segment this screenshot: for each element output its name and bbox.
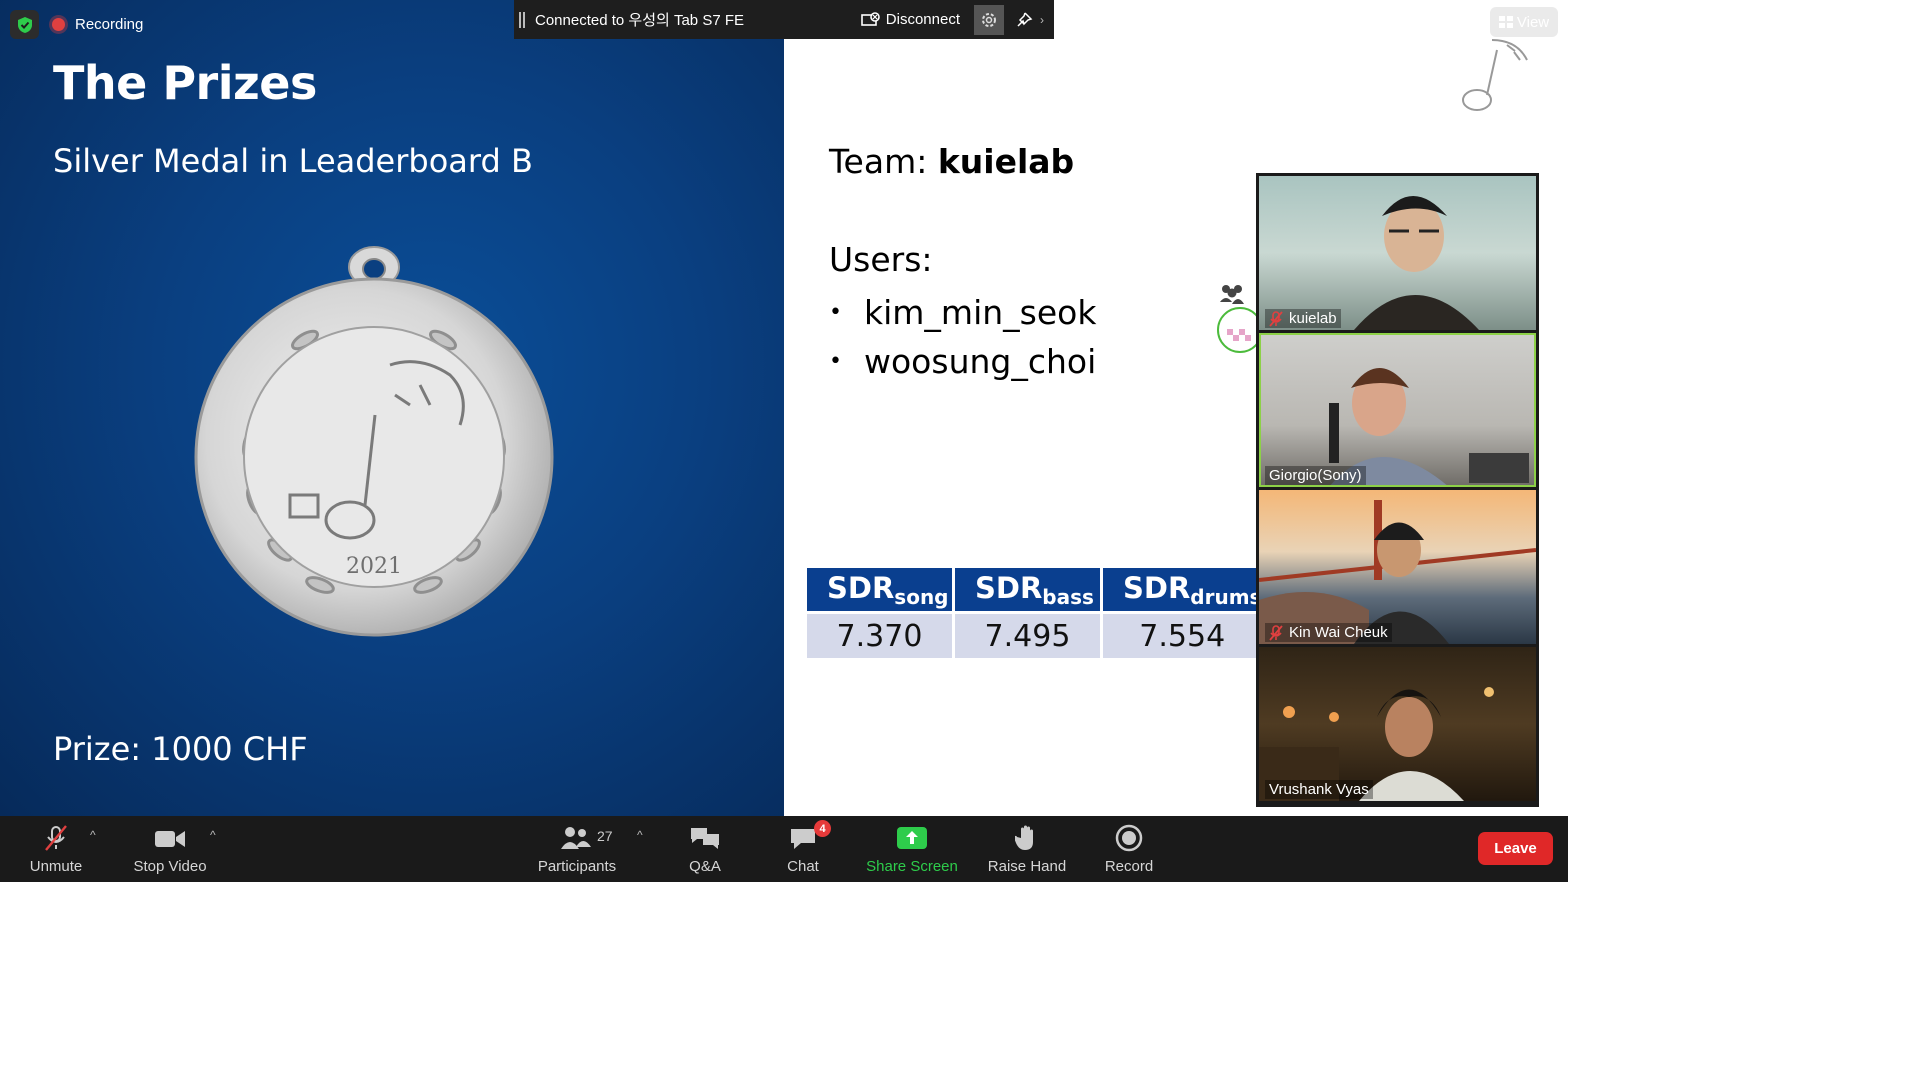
muted-mic-icon	[1269, 624, 1283, 641]
user-name: kim_min_seok	[864, 293, 1097, 332]
record-label: Record	[1104, 858, 1154, 875]
music-note-decoration-icon	[1462, 39, 1528, 111]
users-list: • kim_min_seok • woosung_choi	[829, 288, 1096, 386]
table-row: 7.370 7.495 7.554	[807, 614, 1262, 658]
medal-year: 2021	[346, 554, 402, 579]
video-gallery: kuielab Giorgio(Sony) Kin Wai Cheuk Vrus…	[1256, 173, 1539, 807]
participant-name-tag: Kin Wai Cheuk	[1265, 623, 1392, 642]
meeting-toolbar: Unmute ^ Stop Video ^ 27 Participants ^ …	[0, 816, 1568, 882]
unmute-button[interactable]: Unmute	[22, 816, 90, 882]
qa-label: Q&A	[689, 858, 721, 875]
participant-video	[1259, 500, 1536, 644]
pin-icon[interactable]	[1012, 11, 1036, 29]
bullet-icon: •	[829, 300, 842, 325]
connection-status: Connected to 우성의 Tab S7 FE	[535, 12, 745, 29]
participant-name-tag: kuielab	[1265, 309, 1341, 328]
raise-hand-icon	[1015, 825, 1033, 850]
disconnect-label: Disconnect	[885, 11, 960, 28]
users-label: Users:	[829, 240, 933, 279]
video-tile[interactable]: Vrushank Vyas	[1259, 647, 1536, 801]
record-icon	[1115, 824, 1143, 852]
participant-name-tag: Giorgio(Sony)	[1265, 466, 1366, 485]
encryption-shield-icon[interactable]	[10, 10, 39, 39]
settings-gear-icon[interactable]	[974, 4, 1004, 35]
share-screen-button[interactable]: Share Screen	[862, 816, 962, 882]
table-cell: 7.554	[1103, 614, 1262, 658]
chat-unread-badge: 4	[814, 820, 831, 837]
video-options-chevron-icon[interactable]: ^	[210, 828, 216, 842]
people-group-icon[interactable]	[1218, 282, 1246, 306]
participant-name: Vrushank Vyas	[1269, 781, 1369, 798]
recording-indicator[interactable]: Recording	[52, 12, 143, 36]
sdr-results-table: SDRsong SDRbass SDRdrums 7.370 7.495 7.5…	[804, 568, 1264, 658]
participant-video	[1354, 196, 1479, 330]
participant-name: Giorgio(Sony)	[1269, 467, 1362, 484]
table-header: SDRdrums	[1103, 568, 1262, 614]
share-screen-label: Share Screen	[866, 858, 958, 875]
team-line: Team: kuielab	[829, 142, 1074, 181]
participant-name: Kin Wai Cheuk	[1289, 624, 1388, 641]
slide-subtitle: Silver Medal in Leaderboard B	[53, 142, 533, 180]
unmute-label: Unmute	[29, 858, 83, 875]
video-tile[interactable]: Kin Wai Cheuk	[1259, 490, 1536, 644]
video-tile[interactable]: Giorgio(Sony)	[1259, 333, 1536, 487]
user-name: woosung_choi	[864, 342, 1097, 381]
screen-share-control-bar: Connected to 우성의 Tab S7 FE Disconnect ›	[514, 0, 1054, 39]
participant-name-tag: Vrushank Vyas	[1265, 780, 1373, 799]
view-label: View	[1516, 13, 1550, 31]
grid-view-icon	[1498, 16, 1513, 28]
leave-button[interactable]: Leave	[1478, 832, 1553, 865]
table-cell: 7.370	[807, 614, 952, 658]
stop-video-button[interactable]: Stop Video	[128, 816, 212, 882]
audio-options-chevron-icon[interactable]: ^	[90, 828, 96, 842]
list-item: • kim_min_seok	[829, 288, 1096, 337]
participants-label: Participants	[537, 858, 617, 875]
participant-video	[1259, 687, 1494, 801]
team-name: kuielab	[937, 142, 1075, 181]
raise-hand-label: Raise Hand	[987, 858, 1067, 875]
recording-dot-icon	[52, 17, 65, 31]
share-screen-icon	[897, 827, 927, 849]
disconnect-button[interactable]: Disconnect	[860, 11, 960, 28]
participants-count: 27	[597, 828, 613, 844]
record-button[interactable]: Record	[1100, 816, 1158, 882]
chat-button[interactable]: 4 Chat	[780, 816, 831, 882]
drag-handle-icon[interactable]	[519, 11, 525, 28]
slide-prize-text: Prize: 1000 CHF	[53, 730, 308, 768]
participants-options-chevron-icon[interactable]: ^	[637, 828, 643, 842]
view-button[interactable]: View	[1490, 7, 1558, 37]
slide-title: The Prizes	[53, 56, 317, 110]
qa-bubbles-icon	[691, 828, 719, 849]
raise-hand-button[interactable]: Raise Hand	[984, 816, 1070, 882]
recording-label: Recording	[75, 15, 144, 33]
video-camera-icon	[155, 831, 185, 847]
participant-name: kuielab	[1289, 310, 1337, 327]
bullet-icon: •	[829, 349, 842, 374]
list-item: • woosung_choi	[829, 337, 1096, 386]
muted-mic-icon	[1269, 310, 1283, 327]
silver-medal-image: 2021	[194, 246, 554, 637]
participants-icon	[561, 827, 591, 849]
video-tile[interactable]: kuielab	[1259, 176, 1536, 330]
table-header: SDRsong	[807, 568, 952, 614]
participant-video	[1329, 368, 1529, 487]
stop-video-label: Stop Video	[133, 858, 207, 875]
table-header-row: SDRsong SDRbass SDRdrums	[807, 568, 1262, 614]
table-cell: 7.495	[955, 614, 1100, 658]
qa-button[interactable]: Q&A	[680, 816, 730, 882]
shared-slide-left: The Prizes Silver Medal in Leaderboard B	[0, 0, 784, 816]
disconnect-icon	[860, 11, 880, 26]
chevron-right-icon[interactable]: ›	[1040, 13, 1054, 27]
table-header: SDRbass	[955, 568, 1100, 614]
muted-mic-icon	[45, 825, 67, 851]
team-prefix: Team:	[829, 142, 938, 181]
chat-bubble-icon	[791, 829, 815, 849]
participants-button[interactable]: 27 Participants	[532, 816, 622, 882]
chat-label: Chat	[787, 858, 819, 875]
